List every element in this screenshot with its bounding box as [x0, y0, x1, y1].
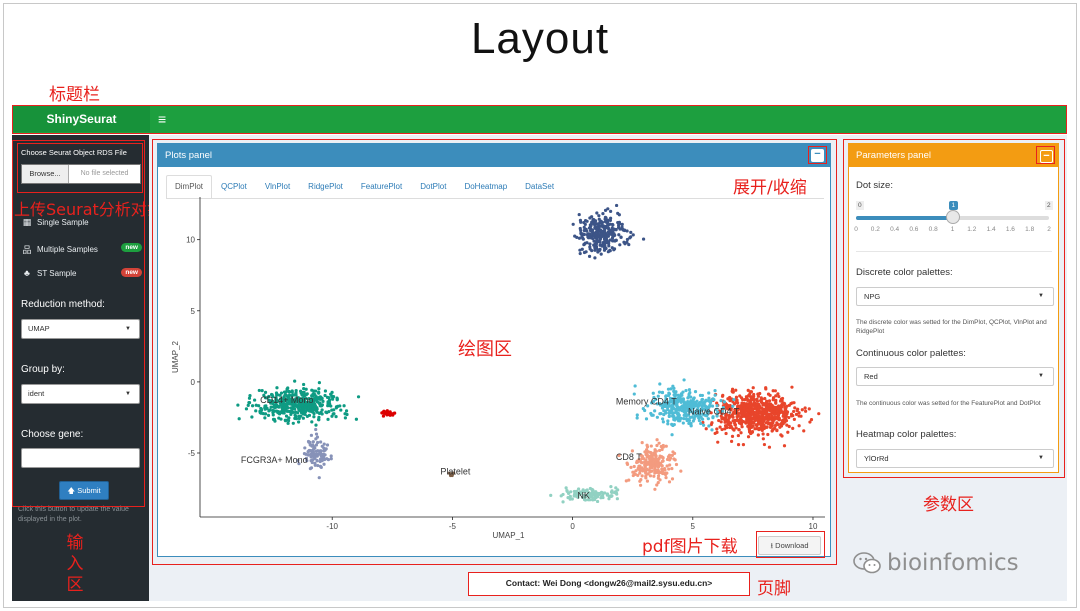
params-area-highlight	[843, 139, 1065, 478]
annotation-input-area: 输 入 区	[64, 533, 86, 596]
annotation-char: 区	[66, 575, 84, 595]
upload-highlight	[17, 143, 143, 193]
page-title: Layout	[470, 14, 610, 63]
download-highlight	[756, 531, 825, 558]
collapse-highlight	[808, 146, 827, 164]
app-header: ShinySeurat ≡	[12, 105, 1067, 134]
menu-toggle-icon[interactable]: ≡	[158, 110, 166, 128]
submit-help-text: Click this button to update the value di…	[18, 506, 129, 523]
annotation-title-bar: 标题栏	[49, 85, 100, 105]
footer-contact: Contact: Wei Dong <dongw26@mail2.sysu.ed…	[468, 572, 750, 596]
brand-logo[interactable]: ShinySeurat	[13, 106, 150, 132]
annotation-char: 输	[66, 533, 84, 553]
annotation-pdf-download: pdf图片下载	[642, 537, 738, 557]
annotation-footer: 页脚	[757, 579, 791, 599]
annotation-char: 入	[66, 554, 84, 574]
annotation-plot-area: 绘图区	[458, 339, 512, 360]
watermark: bioinfomics	[853, 550, 1019, 576]
params-collapse-highlight	[1036, 146, 1055, 164]
watermark-text: bioinfomics	[887, 550, 1019, 576]
annotation-params-area: 参数区	[923, 495, 974, 515]
annotation-expand-collapse: 展开/收缩	[733, 178, 807, 198]
wechat-icon	[853, 552, 881, 574]
